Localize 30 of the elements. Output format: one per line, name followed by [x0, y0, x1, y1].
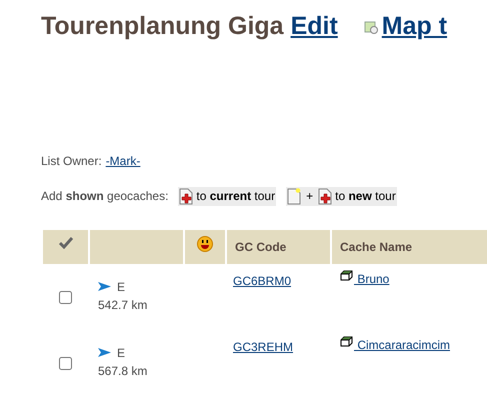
page-add-icon: [318, 188, 332, 204]
direction-text: E: [117, 278, 126, 296]
cache-name-link[interactable]: Cimcararacimcim: [354, 336, 450, 354]
page-add-icon: [179, 188, 194, 204]
cube-icon: [340, 336, 353, 348]
add-label: Add shown geocaches:: [41, 188, 168, 205]
new-page-icon: [287, 188, 302, 204]
row-checkbox[interactable]: [59, 356, 72, 370]
distance-text: 542.7 km: [98, 296, 148, 314]
gc-code-link[interactable]: GC3REHM: [233, 340, 294, 354]
map-link[interactable]: Map t: [382, 8, 448, 46]
smiley-icon: [197, 236, 213, 252]
cache-name-link[interactable]: Bruno: [354, 270, 390, 288]
gc-code-link[interactable]: GC6BRM0: [233, 274, 292, 288]
distance-text: 567.8 km: [98, 362, 148, 380]
add-to-new-tour-button[interactable]: + to new tour: [286, 186, 397, 206]
map-icon: [364, 20, 378, 34]
add-to-current-tour-button[interactable]: to current tour: [178, 186, 276, 206]
column-header: GC Code: [227, 230, 330, 264]
owner-label: List Owner:: [41, 152, 102, 170]
cube-icon: [340, 270, 353, 282]
direction-arrow-icon: [98, 282, 111, 291]
edit-link[interactable]: Edit: [290, 8, 338, 46]
row-checkbox[interactable]: [59, 290, 72, 304]
direction-arrow-icon: [98, 348, 111, 357]
column-header: Cache Name: [332, 230, 487, 264]
direction-text: E: [117, 344, 126, 362]
page-title: Tourenplanung Giga: [41, 11, 284, 42]
owner-link[interactable]: -Mark-: [106, 152, 140, 170]
checkmark-icon: [58, 236, 72, 248]
